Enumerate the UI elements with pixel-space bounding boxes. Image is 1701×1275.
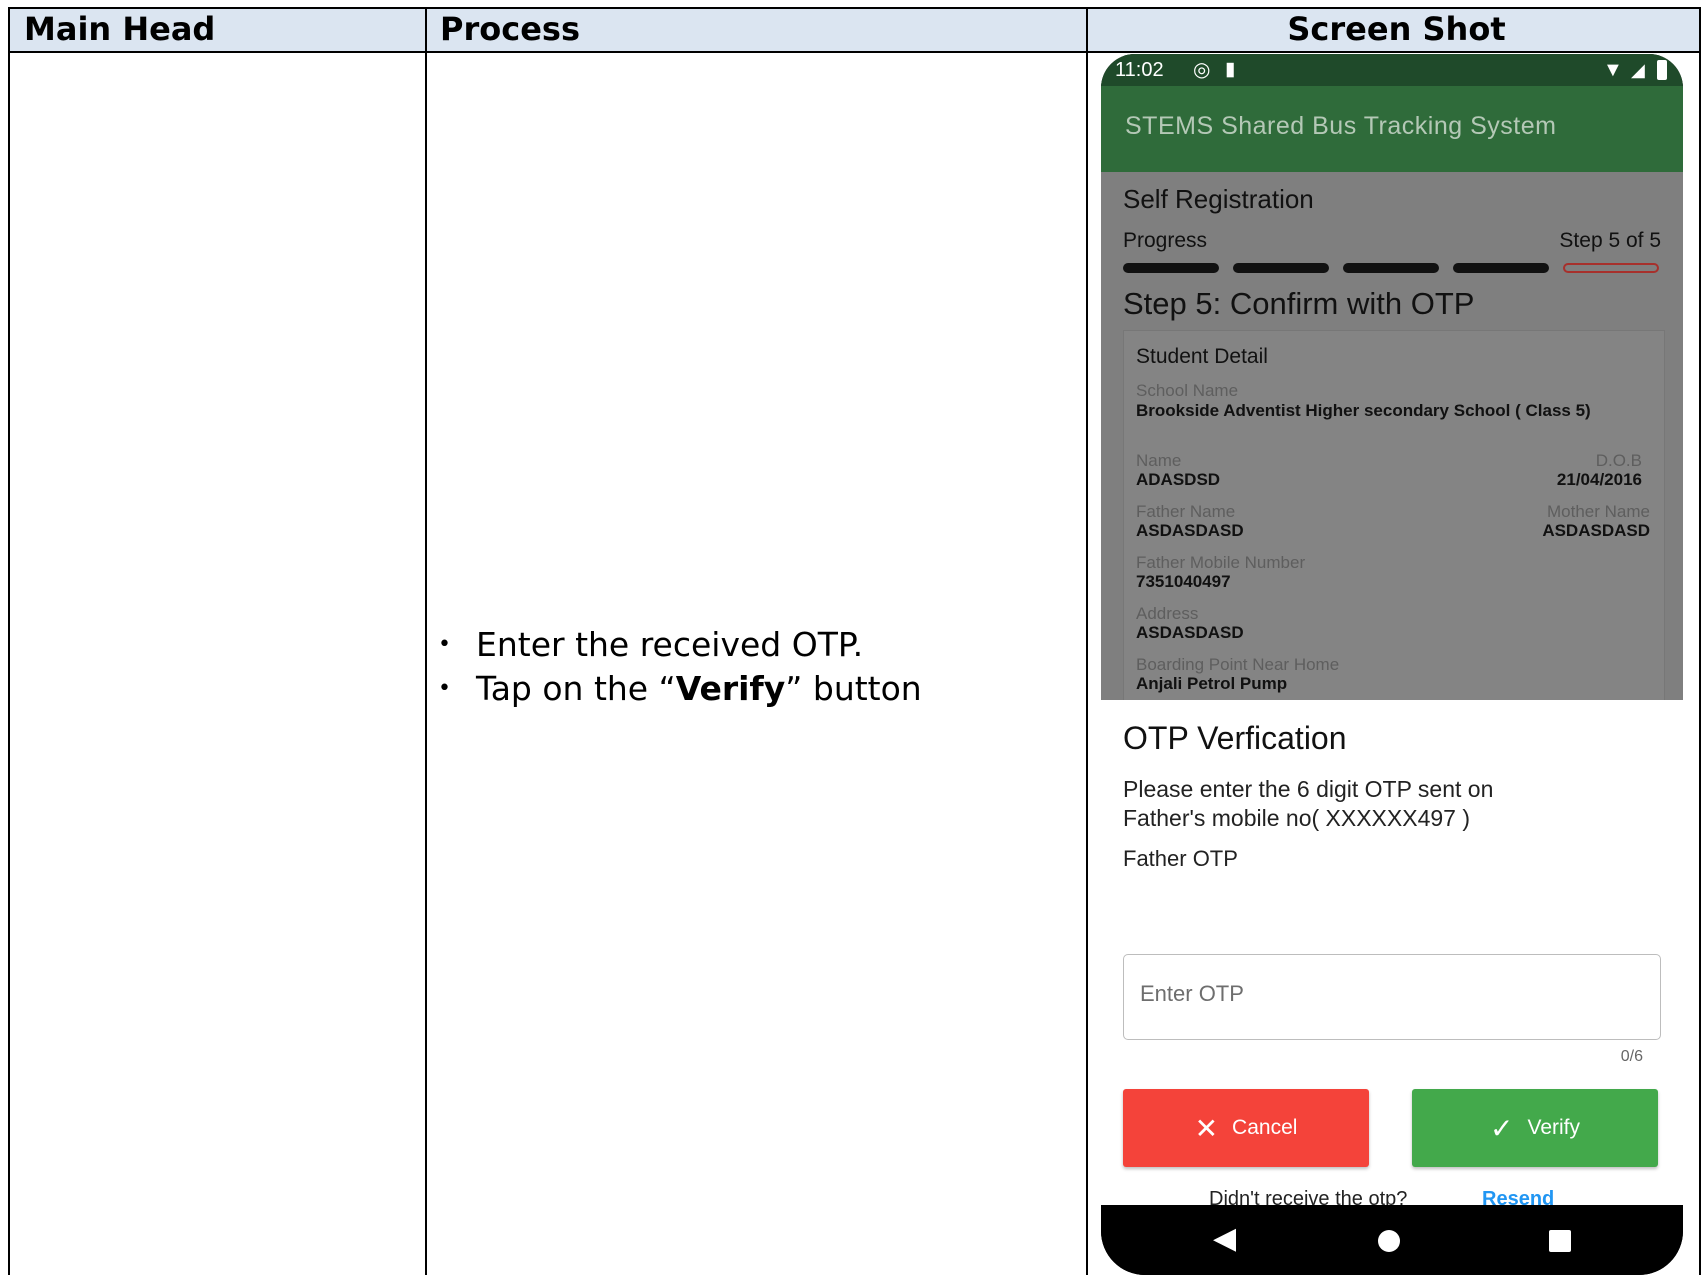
mother-name-label: Mother Name <box>1547 502 1650 521</box>
progress-segment <box>1123 263 1219 273</box>
android-nav-bar: ◀ <box>1101 1205 1683 1275</box>
battery-icon <box>1657 60 1667 80</box>
process-step-text: Enter the received OTP. <box>476 624 864 664</box>
otp-counter: 0/6 <box>1620 1048 1643 1065</box>
header-process-label: Process <box>440 10 580 48</box>
cancel-button-label: Cancel <box>1232 1116 1298 1139</box>
dob-label: D.O.B <box>1595 451 1642 470</box>
boarding-label: Boarding Point Near Home <box>1136 655 1340 674</box>
sd-card-icon: ▮ <box>1225 59 1236 80</box>
column-divider-2 <box>1086 7 1088 1275</box>
father-name-label: Father Name <box>1136 502 1236 521</box>
close-icon: ✕ <box>1194 1112 1219 1144</box>
address-label: Address <box>1136 604 1199 623</box>
verify-button[interactable]: ✓ Verify <box>1412 1089 1658 1167</box>
table-left-border <box>8 7 10 1275</box>
sync-icon: ◎ <box>1193 59 1211 81</box>
otp-input[interactable]: Enter OTP <box>1123 954 1661 1040</box>
name-label: Name <box>1136 451 1182 470</box>
cancel-button[interactable]: ✕ Cancel <box>1123 1089 1369 1167</box>
header-screenshot-label: Screen Shot <box>1287 10 1506 48</box>
progress-segment <box>1343 263 1439 273</box>
process-step: • Enter the received OTP. <box>438 622 922 666</box>
step-title: Step 5: Confirm with OTP <box>1123 286 1475 321</box>
app-bar: STEMS Shared Bus Tracking System <box>1101 86 1683 172</box>
otp-field-label: Father OTP <box>1123 846 1238 871</box>
process-step-bold: Verify <box>675 668 786 708</box>
name-value: ADASDSD <box>1136 470 1221 489</box>
column-divider-1 <box>425 7 427 1275</box>
otp-message-line2: Father's mobile no( XXXXXX497 ) <box>1123 805 1470 831</box>
home-icon[interactable] <box>1378 1230 1400 1252</box>
app-title: STEMS Shared Bus Tracking System <box>1125 112 1557 140</box>
table-top-border <box>8 7 1701 9</box>
father-name-value: ASDASDASD <box>1136 521 1244 540</box>
bullet-icon: • <box>438 675 451 701</box>
address-value: ASDASDASD <box>1136 623 1244 642</box>
status-time: 11:02 <box>1115 59 1164 81</box>
status-bar: 11:02 ◎ ▮ ▼ ◢ <box>1101 54 1683 86</box>
verify-button-label: Verify <box>1527 1116 1580 1139</box>
process-step-text-prefix: Tap on the “ <box>476 668 676 708</box>
header-process: Process <box>426 7 1092 53</box>
back-icon[interactable]: ◀ <box>1213 1221 1236 1256</box>
progress-label: Progress <box>1123 229 1208 252</box>
recents-icon[interactable] <box>1549 1230 1571 1252</box>
otp-title: OTP Verfication <box>1123 720 1347 756</box>
mobile-label: Father Mobile Number <box>1136 553 1306 572</box>
progress-segment-current <box>1563 263 1659 273</box>
page-title: Self Registration <box>1123 184 1314 214</box>
wifi-icon: ▼ <box>1603 59 1623 81</box>
boarding-value: Anjali Petrol Pump <box>1136 674 1288 693</box>
student-detail-card: Student Detail School Name Brookside Adv… <box>1123 330 1665 702</box>
phone-screenshot: 11:02 ◎ ▮ ▼ ◢ STEMS Shared Bus Tracking … <box>1101 54 1683 1275</box>
header-screenshot: Screen Shot <box>1092 7 1701 53</box>
mobile-value: 7351040497 <box>1136 572 1231 591</box>
bullet-icon: • <box>438 631 451 657</box>
signal-icon: ◢ <box>1631 60 1645 80</box>
header-main-head-label: Main Head <box>24 10 216 48</box>
step-count: Step 5 of 5 <box>1559 229 1661 252</box>
process-step: • Tap on the “Verify” button <box>438 666 922 710</box>
school-value: Brookside Adventist Higher secondary Sch… <box>1136 401 1591 420</box>
otp-bottom-sheet: OTP Verfication Please enter the 6 digit… <box>1101 700 1683 1210</box>
school-label: School Name <box>1136 381 1239 400</box>
process-steps-list: • Enter the received OTP. • Tap on the “… <box>438 622 922 710</box>
mother-name-value: ASDASDASD <box>1542 521 1650 540</box>
check-icon: ✓ <box>1490 1112 1514 1144</box>
otp-message-line1: Please enter the 6 digit OTP sent on <box>1123 776 1494 802</box>
process-step-text-suffix: ” button <box>785 668 922 708</box>
card-title: Student Detail <box>1136 345 1268 368</box>
progress-segment <box>1453 263 1549 273</box>
dob-value: 21/04/2016 <box>1556 470 1642 489</box>
otp-placeholder: Enter OTP <box>1140 981 1244 1006</box>
header-main-head: Main Head <box>8 7 426 53</box>
progress-segment <box>1233 263 1329 273</box>
